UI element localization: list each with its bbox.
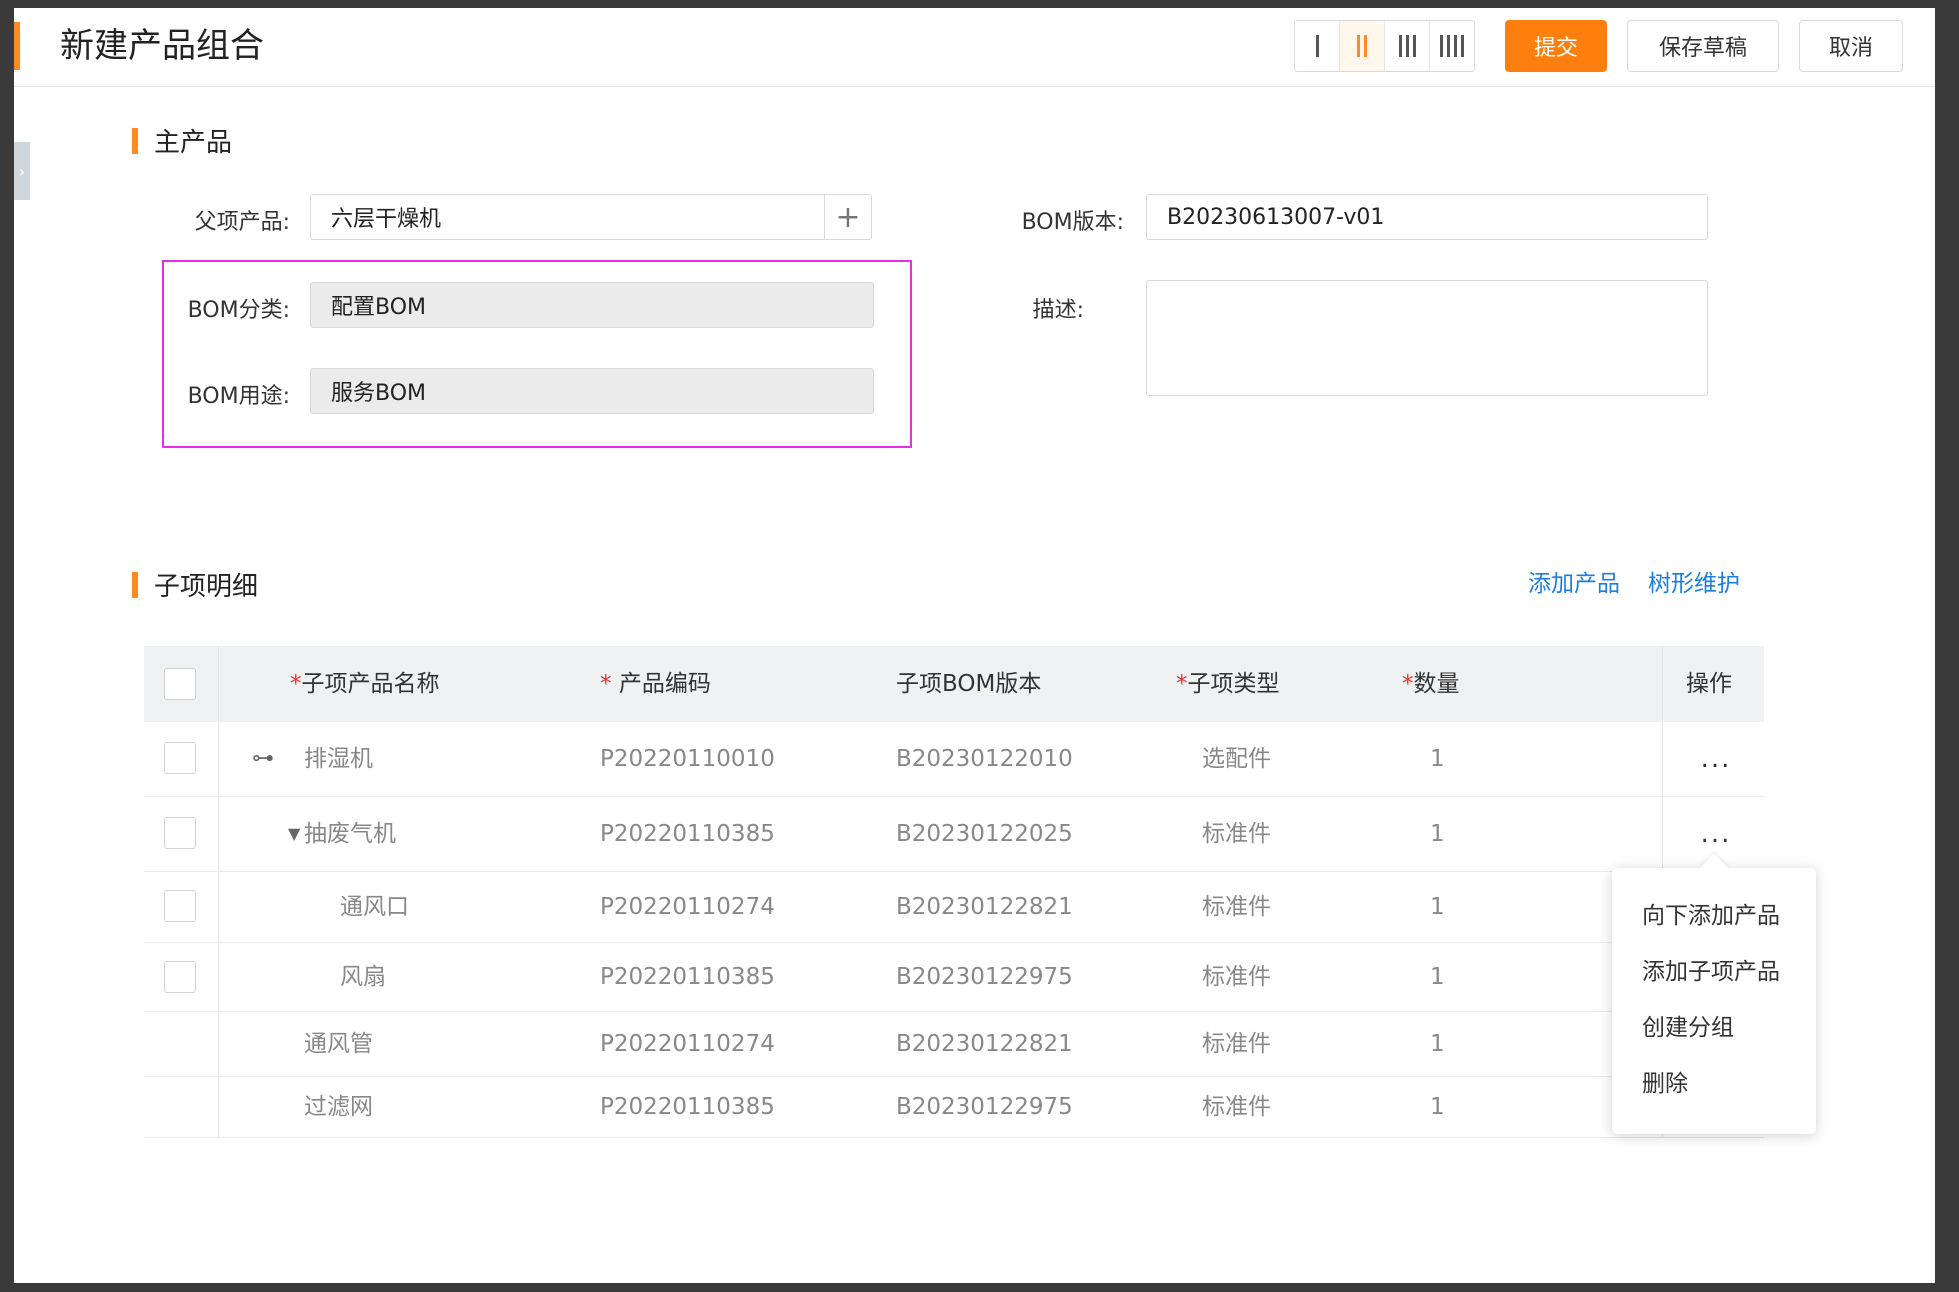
- row-name: 风扇: [340, 964, 386, 990]
- row-type: 标准件: [1202, 1031, 1271, 1057]
- row-name: 排湿机: [304, 746, 373, 772]
- menu-item-create-group[interactable]: 创建分组: [1642, 1008, 1734, 1042]
- bom-usage-label: BOM用途:: [187, 384, 290, 409]
- row-quantity: 1: [1430, 821, 1445, 847]
- layout-two-column-button[interactable]: [1340, 21, 1385, 71]
- bom-usage-field[interactable]: 服务BOM: [310, 368, 874, 414]
- bom-version-label: BOM版本:: [1021, 210, 1124, 235]
- table-row[interactable]: 通风口 P20220110274 B20230122821 标准件 1: [144, 872, 1764, 943]
- column-header-code: * 产品编码: [600, 671, 711, 697]
- parent-product-field[interactable]: 六层干燥机 +: [310, 194, 872, 240]
- bom-category-field[interactable]: 配置BOM: [310, 282, 874, 328]
- table-row[interactable]: ▼ 抽废气机 P20220110385 B20230122025 标准件 1 .…: [144, 797, 1764, 872]
- dialog-page: 新建产品组合 提交 保存草稿 取消 › 主产品 父项产品: 六层干燥机 + BO…: [14, 8, 1935, 1283]
- description-field[interactable]: [1146, 280, 1708, 396]
- bom-version-field[interactable]: B20230613007-v01: [1146, 194, 1708, 240]
- children-table: *子项产品名称 * 产品编码 子项BOM版本 *子项类型 *数量 操作 ⊶ 排湿…: [144, 646, 1764, 1138]
- menu-item-add-child[interactable]: 添加子项产品: [1642, 952, 1780, 986]
- table-row[interactable]: 过滤网 P20220110385 B20230122975 标准件 1: [144, 1077, 1764, 1138]
- table-header: *子项产品名称 * 产品编码 子项BOM版本 *子项类型 *数量 操作: [144, 646, 1764, 722]
- row-type: 选配件: [1202, 746, 1271, 772]
- row-checkbox[interactable]: [164, 742, 196, 774]
- column-header-bom-version: 子项BOM版本: [896, 671, 1042, 697]
- add-parent-product-button[interactable]: +: [824, 195, 871, 239]
- layout-four-column-button[interactable]: [1430, 21, 1474, 71]
- children-section-title: 子项明细: [132, 566, 258, 603]
- select-all-checkbox[interactable]: [164, 668, 196, 700]
- plus-icon: +: [835, 199, 861, 235]
- row-bom-version: B20230122975: [896, 1094, 1073, 1120]
- row-code: P20220110385: [600, 1094, 775, 1120]
- layout-one-column-button[interactable]: [1295, 21, 1340, 71]
- description-label: 描述:: [1032, 298, 1084, 323]
- row-code: P20220110274: [600, 1031, 775, 1057]
- cancel-button[interactable]: 取消: [1799, 20, 1903, 72]
- row-checkbox[interactable]: [164, 817, 196, 849]
- row-code: P20220110385: [600, 821, 775, 847]
- save-draft-button[interactable]: 保存草稿: [1627, 20, 1779, 72]
- menu-item-delete[interactable]: 删除: [1642, 1064, 1688, 1098]
- menu-item-add-below[interactable]: 向下添加产品: [1642, 896, 1780, 930]
- row-name: 过滤网: [304, 1094, 373, 1120]
- more-actions-button[interactable]: ...: [1674, 722, 1758, 796]
- tree-structure-icon[interactable]: ⊶: [252, 722, 274, 796]
- caret-down-icon[interactable]: ▼: [288, 797, 300, 871]
- page-title: 新建产品组合: [60, 26, 264, 66]
- row-code: P20220110385: [600, 964, 775, 990]
- row-name: 通风管: [304, 1031, 373, 1057]
- row-code: P20220110010: [600, 746, 775, 772]
- row-name: 抽废气机: [304, 821, 396, 847]
- table-row[interactable]: 风扇 P20220110385 B20230122975 标准件 1: [144, 943, 1764, 1012]
- bom-category-label: BOM分类:: [187, 298, 290, 323]
- row-type: 标准件: [1202, 1094, 1271, 1120]
- row-bom-version: B20230122821: [896, 894, 1073, 920]
- row-quantity: 1: [1430, 746, 1445, 772]
- row-bom-version: B20230122010: [896, 746, 1073, 772]
- row-type: 标准件: [1202, 964, 1271, 990]
- chevron-right-icon: ›: [18, 161, 26, 181]
- row-code: P20220110274: [600, 894, 775, 920]
- row-quantity: 1: [1430, 894, 1445, 920]
- row-bom-version: B20230122821: [896, 1031, 1073, 1057]
- column-header-type: *子项类型: [1176, 671, 1280, 697]
- column-layout-switch: [1294, 20, 1475, 72]
- row-bom-version: B20230122975: [896, 964, 1073, 990]
- sidebar-expand-handle[interactable]: ›: [14, 142, 30, 200]
- row-type: 标准件: [1202, 821, 1271, 847]
- submit-button[interactable]: 提交: [1505, 20, 1607, 72]
- row-checkbox[interactable]: [164, 890, 196, 922]
- column-header-action: 操作: [1686, 671, 1732, 697]
- row-name: 通风口: [340, 894, 409, 920]
- row-quantity: 1: [1430, 964, 1445, 990]
- tree-maintain-link[interactable]: 树形维护: [1648, 564, 1740, 598]
- column-header-quantity: *数量: [1402, 671, 1460, 697]
- parent-product-label: 父项产品:: [194, 210, 290, 235]
- header: 新建产品组合 提交 保存草稿 取消: [14, 8, 1935, 87]
- row-type: 标准件: [1202, 894, 1271, 920]
- row-quantity: 1: [1430, 1094, 1445, 1120]
- table-row[interactable]: 通风管 P20220110274 B20230122821 标准件 1: [144, 1012, 1764, 1077]
- row-quantity: 1: [1430, 1031, 1445, 1057]
- row-bom-version: B20230122025: [896, 821, 1073, 847]
- row-actions-menu: 向下添加产品 添加子项产品 创建分组 删除: [1612, 868, 1816, 1134]
- layout-three-column-button[interactable]: [1385, 21, 1430, 71]
- table-row[interactable]: ⊶ 排湿机 P20220110010 B20230122010 选配件 1 ..…: [144, 722, 1764, 797]
- header-accent-bar: [14, 22, 20, 70]
- row-checkbox[interactable]: [164, 961, 196, 993]
- add-product-link[interactable]: 添加产品: [1528, 564, 1620, 598]
- column-header-name: *子项产品名称: [290, 671, 440, 697]
- main-product-section-title: 主产品: [132, 122, 232, 159]
